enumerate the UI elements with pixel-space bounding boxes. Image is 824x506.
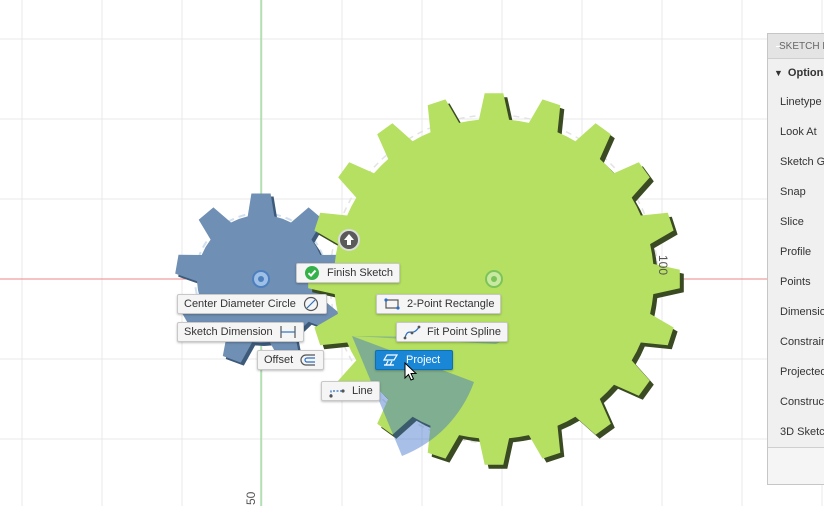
finish-sketch-label: Finish Sketch — [327, 267, 394, 279]
line-button[interactable]: Line — [321, 381, 380, 401]
option-row-projected-geometries[interactable]: Projected Geometries — [768, 357, 824, 387]
circle-diameter-icon — [302, 296, 320, 312]
options-section-header[interactable]: ▼ Options — [768, 59, 824, 87]
sketch-palette-footer — [768, 447, 824, 484]
sketch-palette-header[interactable]: SKETCH PALETTE — [768, 34, 824, 59]
sketch-canvas[interactable] — [0, 0, 824, 506]
option-row-dimensions[interactable]: Dimensions — [768, 297, 824, 327]
project-icon — [382, 352, 400, 368]
options-section-label: Options — [787, 67, 824, 79]
sketch-dimension-button[interactable]: Sketch Dimension — [177, 322, 304, 342]
sketch-dimension-label: Sketch Dimension — [184, 326, 273, 338]
option-label: Linetype — [780, 96, 822, 108]
option-row-constraints[interactable]: Constraints — [768, 327, 824, 357]
large-gear-center-dot — [491, 276, 497, 282]
center-diameter-circle-button[interactable]: Center Diameter Circle — [177, 294, 327, 314]
sketch-palette[interactable]: SKETCH PALETTE ▼ Options Linetype Look A… — [767, 33, 824, 485]
option-label: Constraints — [780, 336, 824, 348]
spline-icon — [403, 324, 421, 340]
line-label: Line — [352, 385, 373, 397]
option-label: Profile — [780, 246, 812, 258]
rectangle-icon — [383, 296, 401, 312]
option-label: Sketch Grid — [780, 156, 824, 168]
sketch-palette-title: SKETCH PALETTE — [779, 40, 824, 52]
dimension-icon — [279, 324, 297, 340]
option-row-snap[interactable]: Snap — [768, 177, 824, 207]
option-label: Slice — [780, 216, 804, 228]
option-row-look-at[interactable]: Look At — [768, 117, 824, 147]
option-row-linetype[interactable]: Linetype — [768, 87, 824, 117]
option-label: Projected Geometries — [780, 366, 824, 378]
center-diameter-circle-label: Center Diameter Circle — [184, 298, 296, 310]
option-label: Dimensions — [780, 306, 824, 318]
option-row-points[interactable]: Points — [768, 267, 824, 297]
fit-point-spline-label: Fit Point Spline — [427, 326, 501, 338]
option-label: Points — [780, 276, 811, 288]
option-label: Snap — [780, 186, 806, 198]
two-point-rectangle-label: 2-Point Rectangle — [407, 298, 495, 310]
marking-menu-up-arrow-icon[interactable] — [338, 229, 360, 251]
line-icon — [328, 383, 346, 399]
finish-sketch-button[interactable]: Finish Sketch — [296, 263, 401, 283]
mouse-cursor-icon — [404, 362, 418, 381]
y-axis-value-label: 50 — [244, 491, 258, 505]
option-row-profile[interactable]: Profile — [768, 237, 824, 267]
option-row-3d-sketch[interactable]: 3D Sketch — [768, 417, 824, 447]
option-label: Look At — [780, 126, 817, 138]
check-circle-icon — [303, 265, 321, 281]
offset-button[interactable]: Offset — [257, 350, 325, 370]
two-point-rectangle-button[interactable]: 2-Point Rectangle — [376, 294, 502, 314]
option-row-sketch-grid[interactable]: Sketch Grid — [768, 147, 824, 177]
option-label: Construction Geometries — [780, 396, 824, 408]
offset-icon — [299, 352, 317, 368]
fit-point-spline-button[interactable]: Fit Point Spline — [396, 322, 508, 342]
triangle-down-icon: ▼ — [774, 68, 783, 78]
x-axis-value-label: 100 — [656, 255, 670, 276]
option-label: 3D Sketch — [780, 426, 824, 438]
option-row-slice[interactable]: Slice — [768, 207, 824, 237]
small-gear-center-dot — [258, 276, 264, 282]
option-row-construction-geometries[interactable]: Construction Geometries — [768, 387, 824, 417]
offset-label: Offset — [264, 354, 294, 366]
